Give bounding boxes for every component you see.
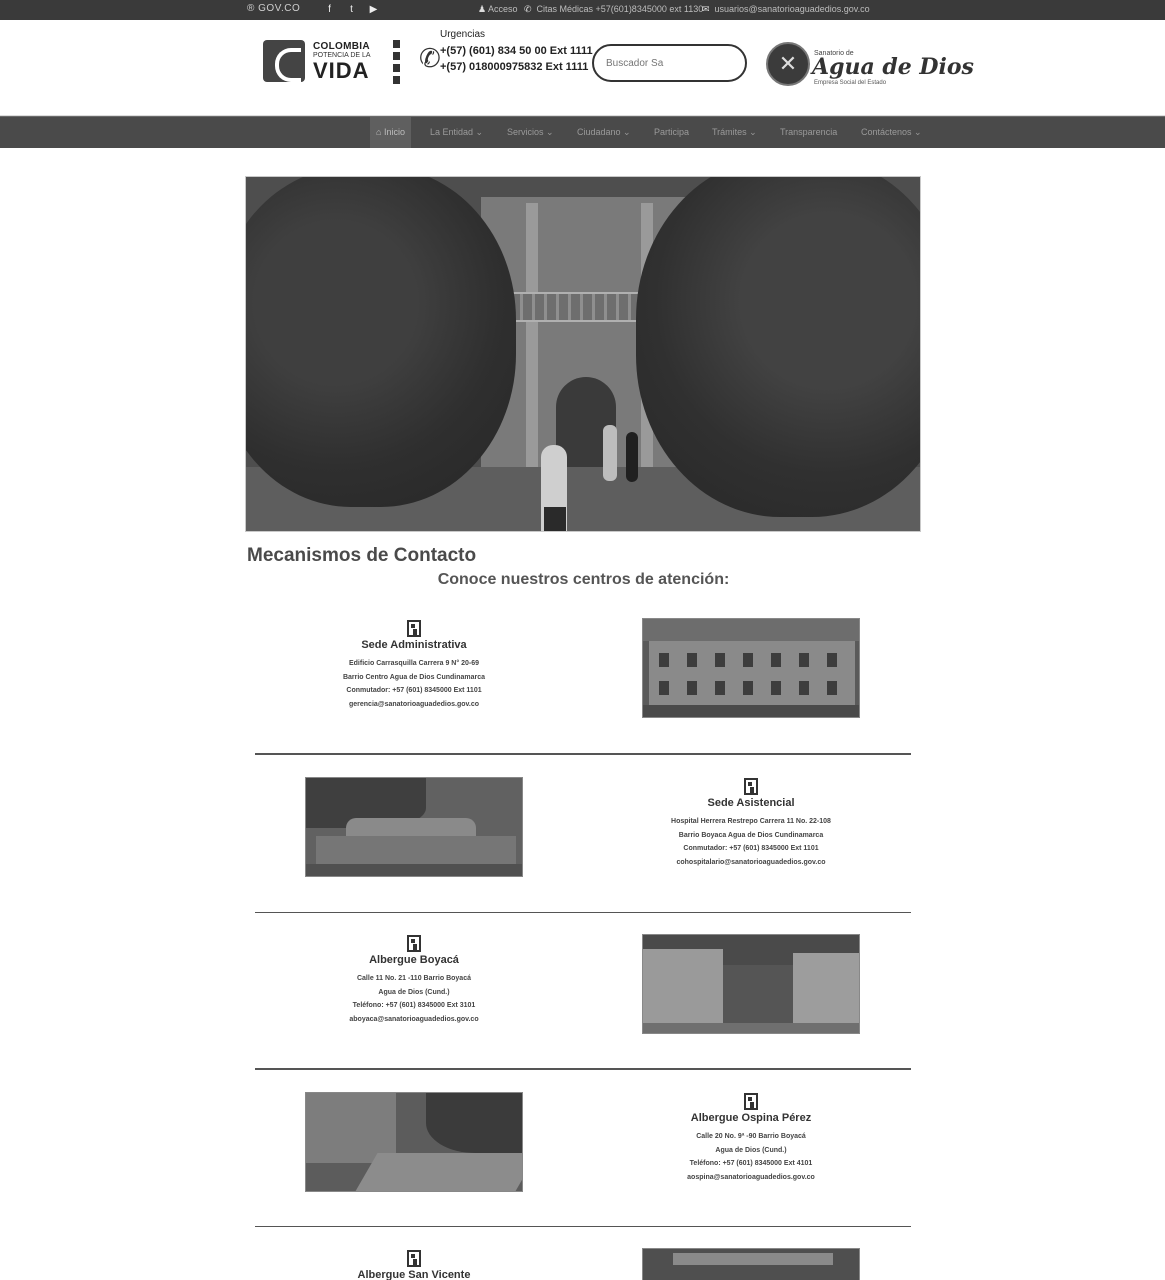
facebook-icon[interactable]: f [323,3,336,16]
center-neighborhood: Agua de Dios (Cund.) [378,988,450,996]
site-header: COLOMBIA POTENCIA DE LA VIDA ✆ Urgencias… [0,20,1165,116]
search-input[interactable] [592,44,747,82]
sanatorio-brand-logo[interactable]: Sanatorio de Agua de Dios Empresa Social… [766,42,974,88]
center-neighborhood: Agua de Dios (Cund.) [715,1146,787,1154]
logo-mark-icon [263,40,305,82]
brand-emblem-icon [766,42,810,86]
center-card-sede-asistencial: Sede Asistencial Hospital Herrera Restre… [641,778,861,869]
center-card-albergue-boyaca: Albergue Boyacá Calle 11 No. 21 -110 Bar… [304,935,524,1026]
user-icon: ♟ [478,4,487,14]
main-nav: ⌂ Inicio La Entidad ⌄ Servicios ⌄ Ciudad… [0,116,1165,148]
center-email[interactable]: aospina@sanatorioaguadedios.gov.co [641,1171,861,1185]
building-icon [744,1093,758,1110]
center-address: Hospital Herrera Restrepo Carrera 11 No.… [671,818,831,825]
center-name: Albergue Boyacá [369,954,459,966]
access-label: Acceso [488,4,518,14]
divider-bars [393,40,401,88]
center-name: Albergue Ospina Pérez [690,1112,812,1124]
photo-albergue-ospina-perez [305,1092,523,1192]
gov-co-label: GOV.CO [258,3,301,14]
photo-albergue-boyaca [642,934,860,1034]
youtube-icon[interactable]: ▶ [367,3,380,16]
page-title: Mecanismos de Contacto [247,545,477,566]
building-icon [407,935,421,952]
building-icon [407,620,421,637]
divider [255,912,911,913]
center-name: Albergue San Vicente [357,1269,471,1280]
center-neighborhood: Barrio Boyaca Agua de Dios Cundinamarca [678,831,824,839]
nav-ciudadano[interactable]: Ciudadano ⌄ [577,117,631,148]
nav-label: Inicio [383,127,405,137]
urgencias-label: Urgencias [440,29,486,40]
center-name: Sede Asistencial [707,797,795,809]
access-link[interactable]: ♟ Acceso [478,4,518,15]
hero-image [245,176,921,532]
center-email[interactable]: gerencia@sanatorioaguadedios.gov.co [304,698,524,712]
center-phone: Teléfono: +57 (601) 8345000 Ext 4101 [689,1160,813,1167]
divider [255,753,911,755]
brand-name: Agua de Dios [812,54,974,80]
photo-sede-administrativa [642,618,860,718]
email-link[interactable]: ✉ usuarios@sanatorioaguadedios.gov.co [702,4,870,15]
logo-line-3: VIDA [313,58,370,83]
center-phone: Teléfono: +57 (601) 8345000 Ext 3101 [352,1002,476,1009]
center-card-sede-administrativa: Sede Administrativa Edificio Carrasquill… [304,620,524,711]
photo-sede-asistencial [305,777,523,877]
nav-transparencia[interactable]: Transparencia [780,117,837,148]
urgencias-phone-2[interactable]: +(57) 018000975832 Ext 1111 [440,61,588,73]
building-icon [407,1250,421,1267]
nav-contactenos[interactable]: Contáctenos ⌄ [861,117,922,148]
envelope-icon: ✉ [702,4,710,14]
nav-inicio[interactable]: ⌂ Inicio [370,117,411,148]
divider [255,1226,911,1227]
center-phone: Conmutador: +57 (601) 8345000 Ext 1101 [346,687,482,694]
phone-icon: ✆ [419,43,441,73]
urgencias-phone-1[interactable]: +(57) (601) 834 50 00 Ext 1111 [440,45,593,57]
divider [255,1068,911,1070]
logo-line-1: COLOMBIA [313,41,370,52]
center-phone: Conmutador: +57 (601) 8345000 Ext 1101 [683,845,819,852]
center-email[interactable]: cohospitalario@sanatorioaguadedios.gov.c… [641,856,861,870]
center-address: Calle 20 No. 9ª -90 Barrio Boyacá [696,1133,806,1140]
center-neighborhood: Barrio Centro Agua de Dios Cundinamarca [342,673,486,681]
center-address: Calle 11 No. 21 -110 Barrio Boyacá [356,975,471,982]
nav-servicios[interactable]: Servicios ⌄ [507,117,554,148]
appointments-label: Citas Médicas +57(601)8345000 ext 1130 [536,4,704,14]
center-email[interactable]: aboyaca@sanatorioaguadedios.gov.co [304,1013,524,1027]
phone-small-icon: ✆ [524,4,532,14]
nav-la-entidad[interactable]: La Entidad ⌄ [430,117,483,148]
center-name: Sede Administrativa [361,639,467,651]
building-icon [744,778,758,795]
center-card-albergue-san-vicente: Albergue San Vicente [304,1250,524,1280]
twitter-icon[interactable]: t [345,3,358,16]
gov-co-link[interactable]: ® GOV.CO [247,3,300,14]
nav-participa[interactable]: Participa [654,117,689,148]
colombia-potencia-vida-logo[interactable]: COLOMBIA POTENCIA DE LA VIDA [263,40,378,84]
center-card-albergue-ospina-perez: Albergue Ospina Pérez Calle 20 No. 9ª -9… [641,1093,861,1184]
email-label: usuarios@sanatorioaguadedios.gov.co [714,4,870,14]
center-address: Edificio Carrasquilla Carrera 9 N° 20-69 [348,660,480,667]
page-subtitle: Conoce nuestros centros de atención: [437,571,730,588]
brand-subtitle: Empresa Social del Estado [814,80,887,86]
nav-tramites[interactable]: Trámites ⌄ [712,117,757,148]
appointments-link[interactable]: ✆ Citas Médicas +57(601)8345000 ext 1130 [524,4,703,15]
home-icon: ⌂ [376,127,382,137]
photo-albergue-san-vicente [642,1248,860,1280]
gov-top-bar: ® GOV.CO f t ▶ ♟ Acceso ✆ Citas Médicas +… [0,0,1165,20]
